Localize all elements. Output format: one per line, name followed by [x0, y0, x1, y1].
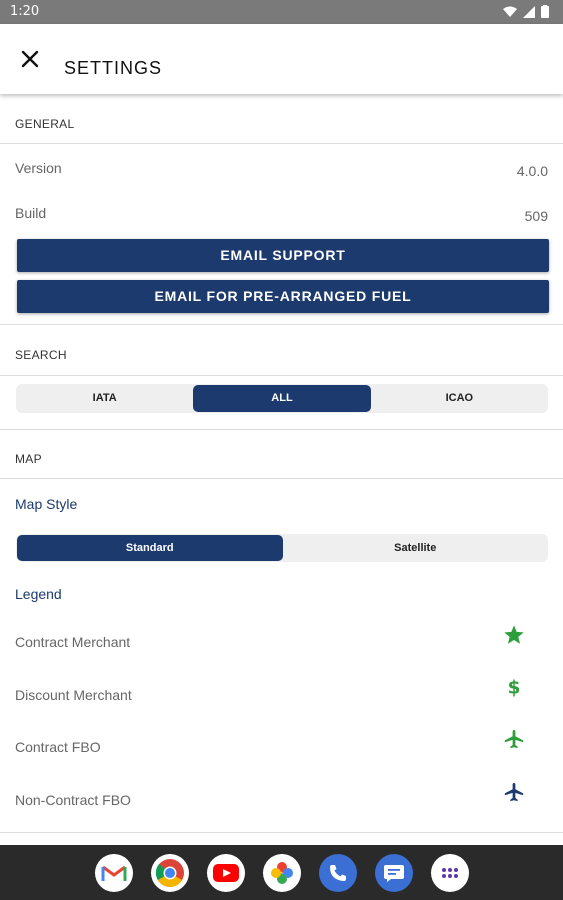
app-dock	[0, 845, 563, 900]
legend-item-discount-merchant: Discount Merchant	[15, 687, 132, 703]
map-style-standard[interactable]: Standard	[17, 535, 283, 561]
divider	[0, 375, 563, 376]
page-title: SETTINGS	[64, 58, 163, 78]
wifi-icon	[503, 6, 517, 17]
divider	[0, 324, 563, 325]
search-option-all[interactable]: ALL	[193, 385, 371, 412]
version-label: Version	[15, 160, 62, 176]
messages-icon[interactable]	[375, 854, 413, 892]
email-fuel-button[interactable]: EMAIL FOR PRE-ARRANGED FUEL	[17, 280, 549, 313]
close-icon[interactable]	[18, 47, 42, 71]
photos-icon[interactable]	[263, 854, 301, 892]
divider	[0, 429, 563, 430]
airplane-icon	[504, 729, 524, 749]
dollar-icon: $	[508, 677, 521, 697]
legend-item-contract-merchant: Contract Merchant	[15, 634, 131, 650]
search-option-icao[interactable]: ICAO	[371, 384, 548, 413]
status-time: 1:20	[10, 4, 40, 19]
email-support-button[interactable]: EMAIL SUPPORT	[17, 239, 549, 272]
divider	[0, 478, 563, 479]
status-icons	[503, 5, 549, 18]
section-search-heading: SEARCH	[15, 348, 67, 362]
section-general-heading: GENERAL	[15, 117, 75, 131]
gmail-icon[interactable]	[95, 854, 133, 892]
divider	[0, 832, 563, 833]
airplane-icon	[504, 782, 524, 802]
map-style-label: Map Style	[15, 496, 78, 512]
legend-label: Legend	[15, 586, 62, 602]
status-bar: 1:20	[0, 0, 563, 24]
app-bar: SETTINGS	[0, 24, 563, 94]
chrome-icon[interactable]	[151, 854, 189, 892]
build-value: 509	[524, 208, 548, 224]
phone-icon[interactable]	[319, 854, 357, 892]
search-filter-segmented: IATA ALL ICAO	[16, 384, 548, 413]
svg-text:$: $	[508, 677, 521, 697]
battery-icon	[541, 5, 549, 18]
youtube-icon[interactable]	[207, 854, 245, 892]
signal-icon	[523, 5, 535, 18]
app-drawer-icon[interactable]	[431, 854, 469, 892]
section-map-heading: MAP	[15, 452, 42, 466]
build-label: Build	[15, 205, 47, 221]
version-value: 4.0.0	[516, 163, 548, 179]
legend-item-contract-fbo: Contract FBO	[15, 739, 101, 755]
search-option-iata[interactable]: IATA	[16, 384, 193, 413]
star-icon	[504, 625, 524, 644]
map-style-satellite[interactable]: Satellite	[283, 534, 549, 562]
map-style-segmented: Standard Satellite	[16, 534, 548, 562]
divider	[0, 143, 563, 144]
legend-item-non-contract-fbo: Non-Contract FBO	[15, 792, 131, 808]
